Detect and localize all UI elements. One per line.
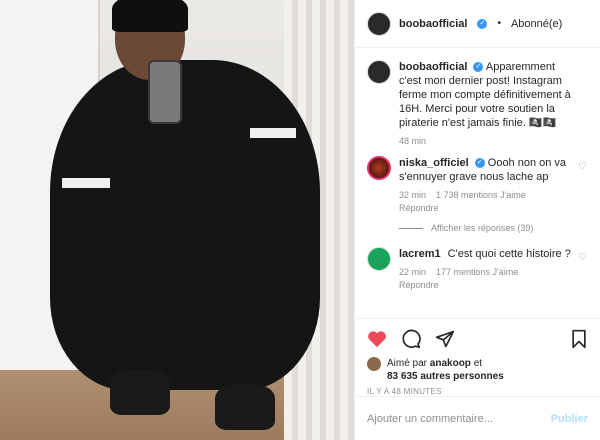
photo-person [50, 60, 320, 390]
add-comment-input[interactable] [367, 412, 551, 425]
liked-by-text: Aimé par anakoop et 83 635 autres person… [387, 357, 504, 383]
comment-text: lacrem1 C'est quoi cette histoire ? [399, 247, 588, 261]
verified-icon: ✓ [474, 158, 485, 169]
bookmark-icon[interactable] [570, 329, 588, 349]
follow-status-button[interactable]: Abonné(e) [511, 18, 562, 30]
comment-reply-row: Répondre [399, 203, 588, 213]
reply-button[interactable]: Répondre [399, 280, 439, 290]
liked-by-others[interactable]: 83 635 autres personnes [387, 371, 504, 382]
liker-avatar[interactable] [367, 357, 381, 371]
photo-cap [112, 0, 188, 32]
photo-stripe [62, 178, 110, 188]
comment-author[interactable]: niska_officiel [399, 157, 469, 169]
view-replies-link[interactable]: Afficher les réponses (39) [399, 223, 588, 233]
photo-shoe [215, 385, 275, 430]
comment-time[interactable]: 32 min [399, 190, 426, 200]
caption-time[interactable]: 48 min [399, 136, 426, 146]
caption-text: boobaofficial ✓ Apparemment c'est mon der… [399, 60, 588, 130]
post-timestamp[interactable]: IL Y A 48 MINUTES [367, 387, 588, 396]
comment-avatar[interactable] [367, 247, 391, 271]
comment-avatar[interactable] [367, 156, 391, 180]
comment-likes[interactable]: 177 mentions J'aime [436, 267, 518, 277]
liked-by-user[interactable]: anakoop [430, 358, 471, 369]
verified-icon: ✓ [473, 62, 484, 73]
comment-body: C'est quoi cette histoire ? [447, 248, 571, 260]
comments-list: boobaofficial ✓ Apparemment c'est mon der… [355, 48, 600, 318]
share-paper-plane-icon[interactable] [435, 329, 455, 349]
add-comment-bar: Publier [355, 396, 600, 440]
comment-meta: 22 min 177 mentions J'aime [399, 267, 588, 277]
liked-by-and: et [473, 358, 483, 369]
post-header: boobaofficial ✓ • Abonné(e) [355, 0, 600, 48]
liked-by: Aimé par anakoop et 83 635 autres person… [367, 357, 588, 383]
caption-meta: 48 min [399, 136, 588, 146]
view-replies-label[interactable]: Afficher les réponses (39) [431, 223, 533, 233]
post-photo[interactable] [0, 0, 354, 440]
instagram-post: boobaofficial ✓ • Abonné(e) boobaofficia… [0, 0, 600, 440]
post-sidebar: boobaofficial ✓ • Abonné(e) boobaofficia… [354, 0, 600, 440]
photo-shoe [110, 370, 170, 415]
verified-icon: ✓ [477, 18, 488, 29]
replies-line [399, 227, 423, 229]
author-avatar[interactable] [367, 11, 391, 36]
liked-by-prefix: Aimé par [387, 358, 428, 369]
separator-dot: • [497, 18, 501, 29]
action-icons [367, 327, 588, 351]
comment-like-heart-icon[interactable]: ♡ [578, 162, 588, 172]
like-heart-icon[interactable] [367, 330, 387, 348]
post-actions: Aimé par anakoop et 83 635 autres person… [355, 318, 600, 396]
publish-button[interactable]: Publier [551, 413, 588, 425]
comment-reply-row: Répondre [399, 280, 588, 290]
comment-item: lacrem1 C'est quoi cette histoire ? 22 m… [367, 247, 588, 290]
comment-like-heart-icon[interactable]: ♡ [578, 253, 588, 263]
comment-text: niska_officiel ✓ Oooh non on va s'ennuyer… [399, 156, 588, 184]
comment-bubble-icon[interactable] [401, 329, 421, 349]
caption: boobaofficial ✓ Apparemment c'est mon der… [367, 60, 588, 146]
comment-author[interactable]: lacrem1 [399, 248, 441, 260]
reply-button[interactable]: Répondre [399, 203, 439, 213]
caption-author[interactable]: boobaofficial [399, 61, 467, 73]
photo-phone [148, 60, 182, 124]
comment-time[interactable]: 22 min [399, 267, 426, 277]
photo-stripe [250, 128, 296, 138]
author-username[interactable]: boobaofficial [399, 18, 467, 30]
comment-likes[interactable]: 1 738 mentions J'aime [436, 190, 526, 200]
comment-meta: 32 min 1 738 mentions J'aime [399, 190, 588, 200]
comment-item: niska_officiel ✓ Oooh non on va s'ennuyer… [367, 156, 588, 213]
caption-avatar[interactable] [367, 60, 391, 84]
